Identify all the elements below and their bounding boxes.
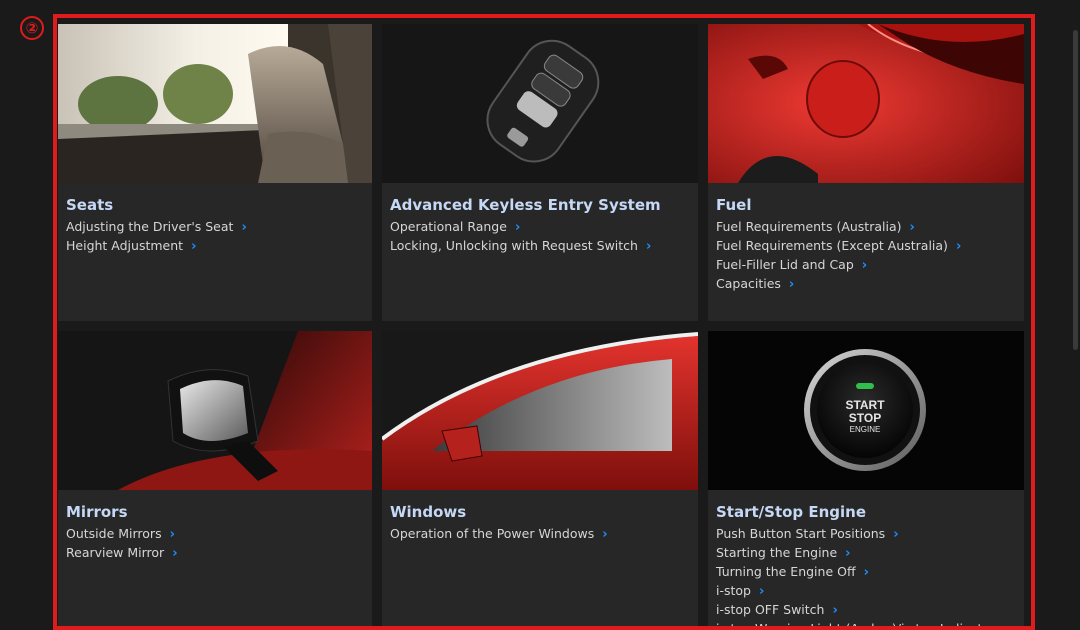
- link-rearview-mirror[interactable]: Rearview Mirror ›: [66, 546, 372, 561]
- link-label: Locking, Unlocking with Request Switch: [390, 238, 638, 253]
- chevron-right-icon: ›: [845, 546, 851, 561]
- chevron-right-icon: ›: [645, 239, 652, 254]
- link-i-stop-off-switch[interactable]: i-stop OFF Switch ›: [716, 603, 1024, 618]
- link-i-stop-warning-light[interactable]: i-stop Warning Light (Amber)/i-stop Indi…: [716, 621, 1024, 630]
- chevron-right-icon: ›: [893, 527, 899, 542]
- link-locking-unlocking[interactable]: Locking, Unlocking with Request Switch ›: [390, 239, 698, 254]
- card-mirrors: Mirrors Outside Mirrors › Rearview Mirror…: [58, 331, 372, 626]
- start-button-image[interactable]: START STOP ENGINE: [708, 331, 1024, 490]
- chevron-right-icon: ›: [169, 527, 175, 542]
- chevron-right-icon: ›: [788, 277, 795, 292]
- chevron-right-icon: ›: [602, 527, 608, 542]
- link-label: Operation of the Power Windows: [390, 526, 595, 541]
- link-label: Turning the Engine Off: [716, 564, 856, 579]
- link-label: Fuel Requirements (Australia): [716, 219, 902, 234]
- link-label: Fuel-Filler Lid and Cap: [716, 257, 854, 272]
- link-label: Adjusting the Driver's Seat: [66, 219, 234, 234]
- card-title: Seats: [66, 196, 114, 214]
- card-title: Fuel: [716, 196, 752, 214]
- card-title: Start/Stop Engine: [716, 503, 867, 521]
- card-keyless-entry: Advanced Keyless Entry System Operationa…: [382, 24, 698, 321]
- scrollbar[interactable]: [1073, 30, 1078, 350]
- chevron-right-icon: ›: [1003, 622, 1009, 630]
- card-title: Advanced Keyless Entry System: [390, 196, 661, 214]
- annotation-marker: ②: [20, 16, 44, 40]
- link-label: Push Button Start Positions: [716, 526, 886, 541]
- link-fuel-filler-lid[interactable]: Fuel-Filler Lid and Cap ›: [716, 258, 1024, 273]
- car-window-image[interactable]: [382, 331, 698, 490]
- link-fuel-requirements-australia[interactable]: Fuel Requirements (Australia) ›: [716, 220, 1024, 235]
- key-fob-image[interactable]: [382, 24, 698, 183]
- link-outside-mirrors[interactable]: Outside Mirrors ›: [66, 527, 372, 542]
- fuel-lid-image[interactable]: [708, 24, 1024, 183]
- link-turning-engine-off[interactable]: Turning the Engine Off ›: [716, 565, 1024, 580]
- link-power-windows[interactable]: Operation of the Power Windows ›: [390, 527, 698, 542]
- chevron-right-icon: ›: [955, 239, 962, 254]
- topic-grid: Seats Adjusting the Driver's Seat › Heigh…: [58, 24, 1024, 630]
- page: ② Seats Adjusting the Driver's Seat › He…: [0, 0, 1080, 630]
- card-seats: Seats Adjusting the Driver's Seat › Heigh…: [58, 24, 372, 321]
- start-label: START: [845, 398, 885, 412]
- link-label: i-stop OFF Switch: [716, 602, 825, 617]
- link-operational-range[interactable]: Operational Range ›: [390, 220, 698, 235]
- link-fuel-requirements-except-australia[interactable]: Fuel Requirements (Except Australia) ›: [716, 239, 1024, 254]
- link-starting-the-engine[interactable]: Starting the Engine ›: [716, 546, 1024, 561]
- link-push-button-start-positions[interactable]: Push Button Start Positions ›: [716, 527, 1024, 542]
- chevron-right-icon: ›: [861, 258, 868, 273]
- card-windows: Windows Operation of the Power Windows ›: [382, 331, 698, 626]
- link-label: Fuel Requirements (Except Australia): [716, 238, 948, 253]
- chevron-right-icon: ›: [758, 584, 765, 599]
- chevron-right-icon: ›: [514, 220, 521, 235]
- card-start-stop-engine: START STOP ENGINE Start/Stop Engine Push…: [708, 331, 1024, 630]
- link-i-stop[interactable]: i-stop ›: [716, 584, 1024, 599]
- link-label: Height Adjustment: [66, 238, 184, 253]
- link-label: i-stop Warning Light (Amber)/i-stop Indi…: [716, 621, 996, 630]
- link-label: Starting the Engine: [716, 545, 838, 560]
- chevron-right-icon: ›: [909, 220, 915, 235]
- link-label: Operational Range: [390, 219, 507, 234]
- card-title: Mirrors: [66, 503, 128, 521]
- side-mirror-image[interactable]: [58, 331, 372, 490]
- chevron-right-icon: ›: [172, 546, 178, 561]
- link-height-adjustment[interactable]: Height Adjustment ›: [66, 239, 372, 254]
- stop-label: STOP: [849, 411, 881, 425]
- link-label: Outside Mirrors: [66, 526, 162, 541]
- chevron-right-icon: ›: [241, 220, 247, 235]
- highlight-frame: Seats Adjusting the Driver's Seat › Heigh…: [53, 14, 1035, 630]
- link-label: Capacities: [716, 276, 781, 291]
- card-fuel: Fuel Fuel Requirements (Australia) › Fuel…: [708, 24, 1024, 321]
- car-seat-image[interactable]: [58, 24, 372, 183]
- chevron-right-icon: ›: [832, 603, 838, 618]
- link-label: i-stop: [716, 583, 751, 598]
- chevron-right-icon: ›: [191, 239, 197, 254]
- engine-label: ENGINE: [850, 425, 881, 434]
- card-title: Windows: [390, 503, 467, 521]
- link-label: Rearview Mirror: [66, 545, 165, 560]
- link-capacities[interactable]: Capacities ›: [716, 277, 1024, 292]
- link-adjusting-drivers-seat[interactable]: Adjusting the Driver's Seat ›: [66, 220, 372, 235]
- chevron-right-icon: ›: [863, 565, 869, 580]
